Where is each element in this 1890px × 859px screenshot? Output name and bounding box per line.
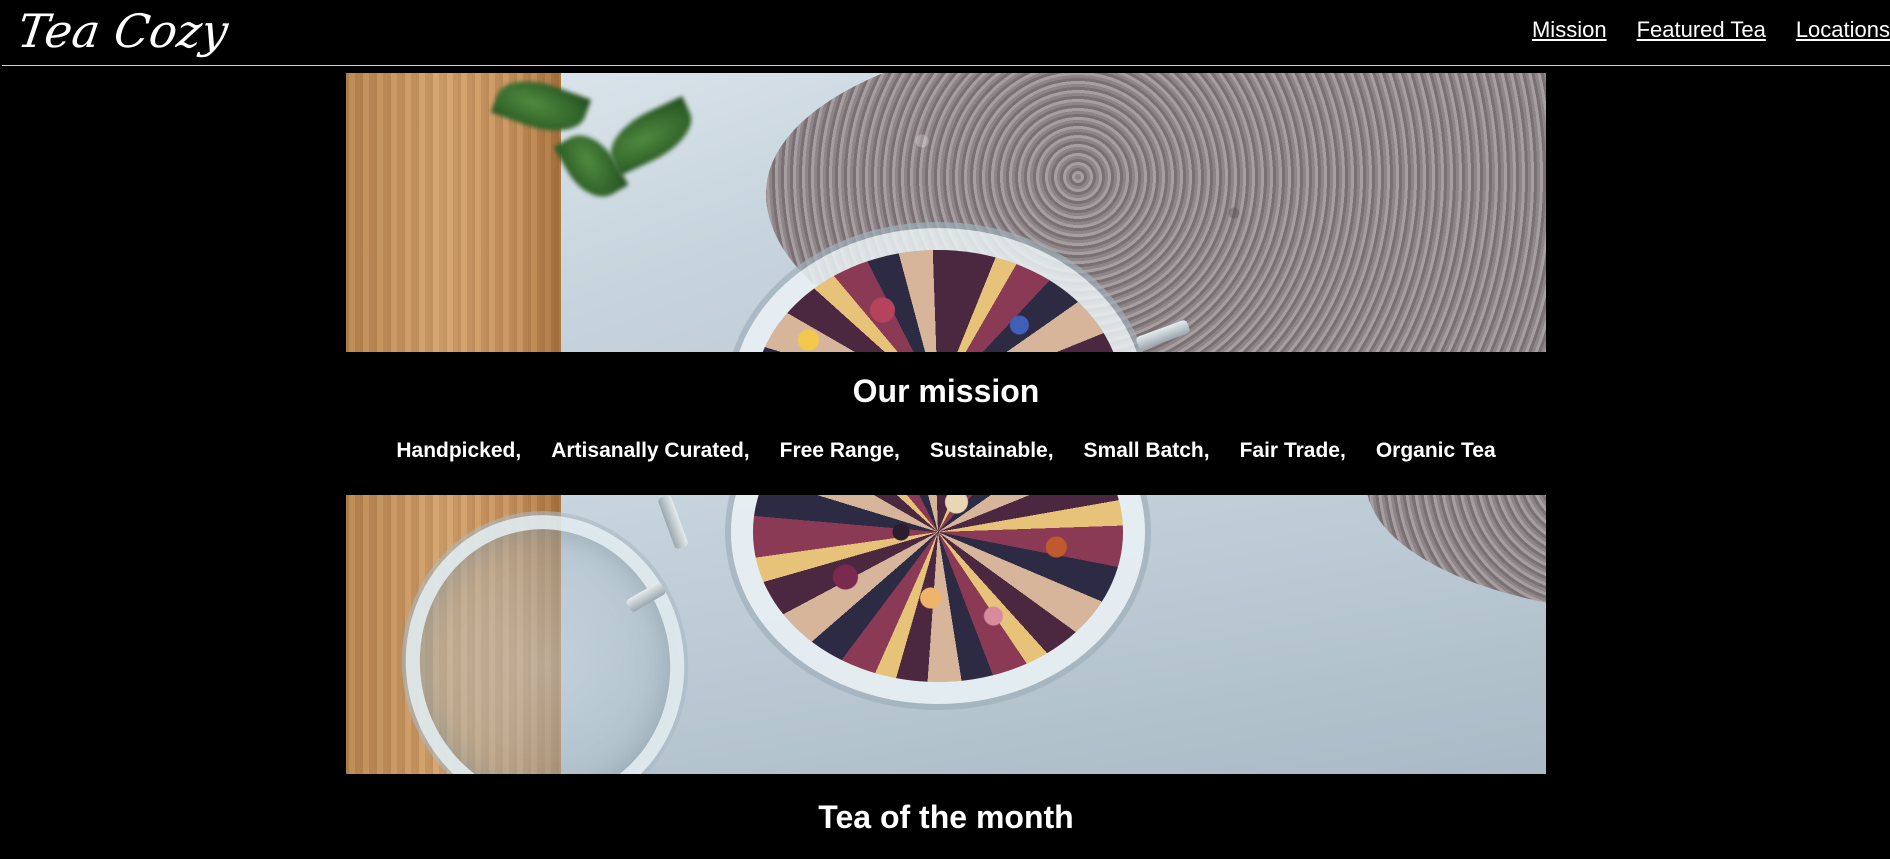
main-nav: Mission Featured Tea Locations	[1532, 16, 1890, 44]
value-item: Sustainable,	[929, 439, 1054, 462]
value-item: Handpicked,	[396, 439, 522, 462]
site-logo[interactable]: Tea Cozy	[14, 2, 232, 60]
page: Tea Cozy Mission Featured Tea Locations …	[0, 0, 1890, 859]
value-item: Small Batch,	[1083, 439, 1210, 462]
mission-heading: Our mission	[852, 373, 1040, 409]
site-header: Tea Cozy Mission Featured Tea Locations	[2, 0, 1890, 66]
nav-link-featured-tea[interactable]: Featured Tea	[1637, 16, 1766, 44]
value-item: Free Range,	[779, 439, 900, 462]
nav-link-mission[interactable]: Mission	[1532, 16, 1607, 44]
tea-jar	[731, 495, 1145, 704]
mission-hero-image-lower	[346, 495, 1546, 774]
loose-leaf-tea	[753, 495, 1123, 682]
loose-leaf-tea	[753, 250, 1123, 352]
hero-photo	[346, 495, 1546, 774]
value-item: Fair Trade,	[1239, 439, 1346, 462]
nav-link-locations[interactable]: Locations	[1796, 16, 1890, 44]
value-item: Organic Tea	[1375, 439, 1496, 462]
tea-of-the-month-heading: Tea of the month	[818, 799, 1074, 835]
mission-hero-image	[346, 73, 1546, 352]
value-item: Artisanally Curated,	[551, 439, 750, 462]
mission-values-list: Handpicked, Artisanally Curated, Free Ra…	[346, 437, 1546, 465]
hero-photo	[346, 73, 1546, 352]
